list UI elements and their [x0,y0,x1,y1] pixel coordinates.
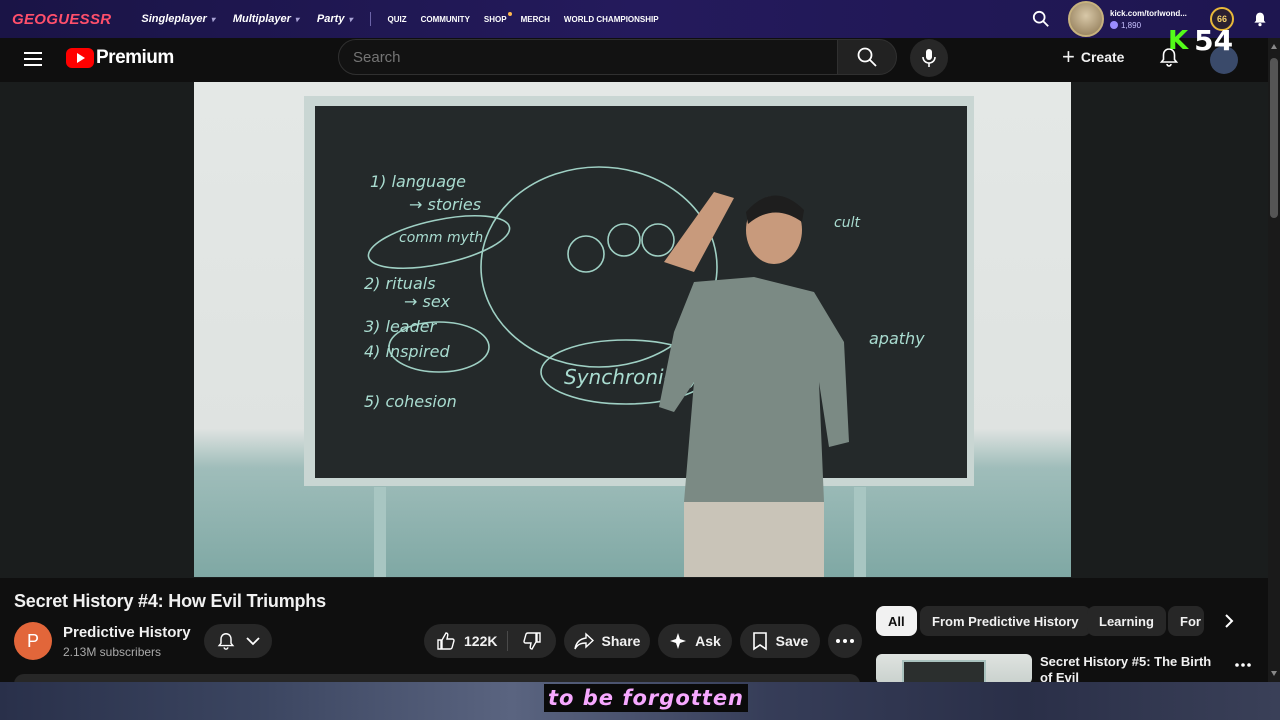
board-item-10: apathy [869,329,925,348]
sparkle-icon [670,633,687,649]
notification-dot-icon [507,11,512,16]
nav-community[interactable]: COMMUNITY [421,15,470,24]
channel-name[interactable]: Predictive History [63,624,191,641]
ask-button[interactable]: Ask [658,624,732,658]
nav-world-championship[interactable]: WORLD CHAMPIONSHIP [564,15,659,24]
notification-bell-icon[interactable] [1252,11,1268,27]
board-item-6: 3) leader [364,317,438,336]
nav-singleplayer[interactable]: Singleplayer ▾ [141,13,214,25]
save-button[interactable]: Save [740,624,820,658]
video-player[interactable]: 1) language → stories comm myth 2) ritua… [194,82,1071,577]
nav-multiplayer-label: Multiplayer [232,13,291,25]
create-label: Create [1080,49,1125,65]
page-scrollbar[interactable] [1268,38,1280,682]
share-icon [573,632,594,650]
nav-shop-label: SHOP [483,14,507,24]
board-stand-right [854,487,866,577]
thumbs-down-icon [523,632,541,650]
scrollbar-thumb[interactable] [1270,58,1278,218]
chips-next-button[interactable] [1218,610,1240,632]
kick-viewer-overlay: K 54 [1168,24,1234,57]
board-item-8: 5) cohesion [364,392,457,411]
plus-icon: + [1062,44,1075,69]
recommended-video-thumbnail[interactable] [876,654,1032,684]
nav-merch[interactable]: MERCH [521,15,550,24]
microphone-icon [922,49,936,67]
board-item-3: comm myth [399,230,483,246]
kick-viewer-count: 54 [1194,24,1234,57]
chevron-right-icon [1225,614,1234,628]
like-button[interactable]: 122K [424,631,508,651]
share-label: Share [601,633,641,649]
nav-singleplayer-label: Singleplayer [141,13,207,25]
nav-party-label: Party [316,13,345,25]
chip-all[interactable]: All [876,606,917,636]
geoguessr-logo[interactable]: GEOGUESSR [12,11,111,28]
subscription-notifications-button[interactable] [204,624,272,658]
create-button[interactable]: + Create [1062,44,1124,70]
save-label: Save [775,633,809,649]
voice-search-button[interactable] [910,39,948,77]
geoguessr-nav: Singleplayer ▾ Multiplayer ▾ Party ▾ QUIZ C… [141,11,672,26]
more-vertical-icon[interactable] [1234,656,1252,674]
more-actions-button[interactable] [828,624,862,658]
bell-icon [217,632,235,650]
chevron-down-icon: ▾ [348,14,353,24]
board-item-2: → stories [409,195,481,214]
like-dislike-group: 122K [424,624,556,658]
board-item-7: 4) inspired [364,342,450,361]
brand-label: Premium [96,47,174,68]
search-icon[interactable] [1032,10,1050,28]
nav-shop[interactable]: SHOP [483,11,512,24]
youtube-play-icon [66,48,94,68]
board-item-11: cult [834,215,860,231]
nav-quiz[interactable]: QUIZ [387,15,406,24]
nav-party[interactable]: Party ▾ [317,13,353,25]
geoguessr-top-bar: GEOGUESSR Singleplayer ▾ Multiplayer ▾ Par… [0,0,1280,38]
coin-icon [1110,21,1118,29]
thumbnail-board [902,660,986,684]
scroll-up-icon[interactable] [1271,44,1277,49]
search-button[interactable] [837,39,897,75]
channel-avatar[interactable]: P [14,622,52,660]
recommended-video-title[interactable]: Secret History #5: The Birth of Evil [1040,654,1224,682]
kick-logo: K [1168,26,1189,56]
search-input[interactable] [338,39,838,75]
youtube-header: Premium + Create [0,38,1268,82]
chevron-down-icon: ▾ [294,14,299,24]
nav-divider [370,12,372,26]
chip-for[interactable]: For [1168,606,1204,636]
share-button[interactable]: Share [564,624,650,658]
stream-caption: to be forgotten [544,684,749,712]
chevron-down-icon [246,637,260,646]
thumbs-up-icon [437,632,455,650]
username: kick.com/torlwond... [1110,8,1187,18]
chevron-down-icon: ▾ [210,14,215,24]
coin-count: 1,890 [1121,20,1142,30]
video-title: Secret History #4: How Evil Triumphs [14,591,326,611]
board-stand-left [374,487,386,577]
nav-multiplayer[interactable]: Multiplayer ▾ [233,13,299,25]
search-icon [857,47,877,67]
hamburger-menu-icon[interactable] [24,50,42,68]
youtube-premium-logo[interactable]: Premium [66,47,174,69]
chip-from-predictive-history[interactable]: From Predictive History [920,606,1091,636]
geoguessr-user-area: kick.com/torlwond... 1,890 66 [1032,0,1280,38]
ask-label: Ask [695,633,721,649]
chip-learning[interactable]: Learning [1087,606,1166,636]
board-item-1: 1) language [370,172,466,191]
bookmark-icon [752,632,767,651]
board-item-4: 2) rituals [364,274,436,293]
like-count: 122K [464,633,498,649]
video-frame: 1) language → stories comm myth 2) ritua… [304,96,974,577]
avatar[interactable] [1068,1,1104,37]
scroll-down-icon[interactable] [1271,671,1277,676]
board-item-5: → sex [404,292,451,311]
dislike-button[interactable] [508,631,556,651]
subscriber-count: 2.13M subscribers [63,645,162,659]
more-horizontal-icon [836,639,854,643]
